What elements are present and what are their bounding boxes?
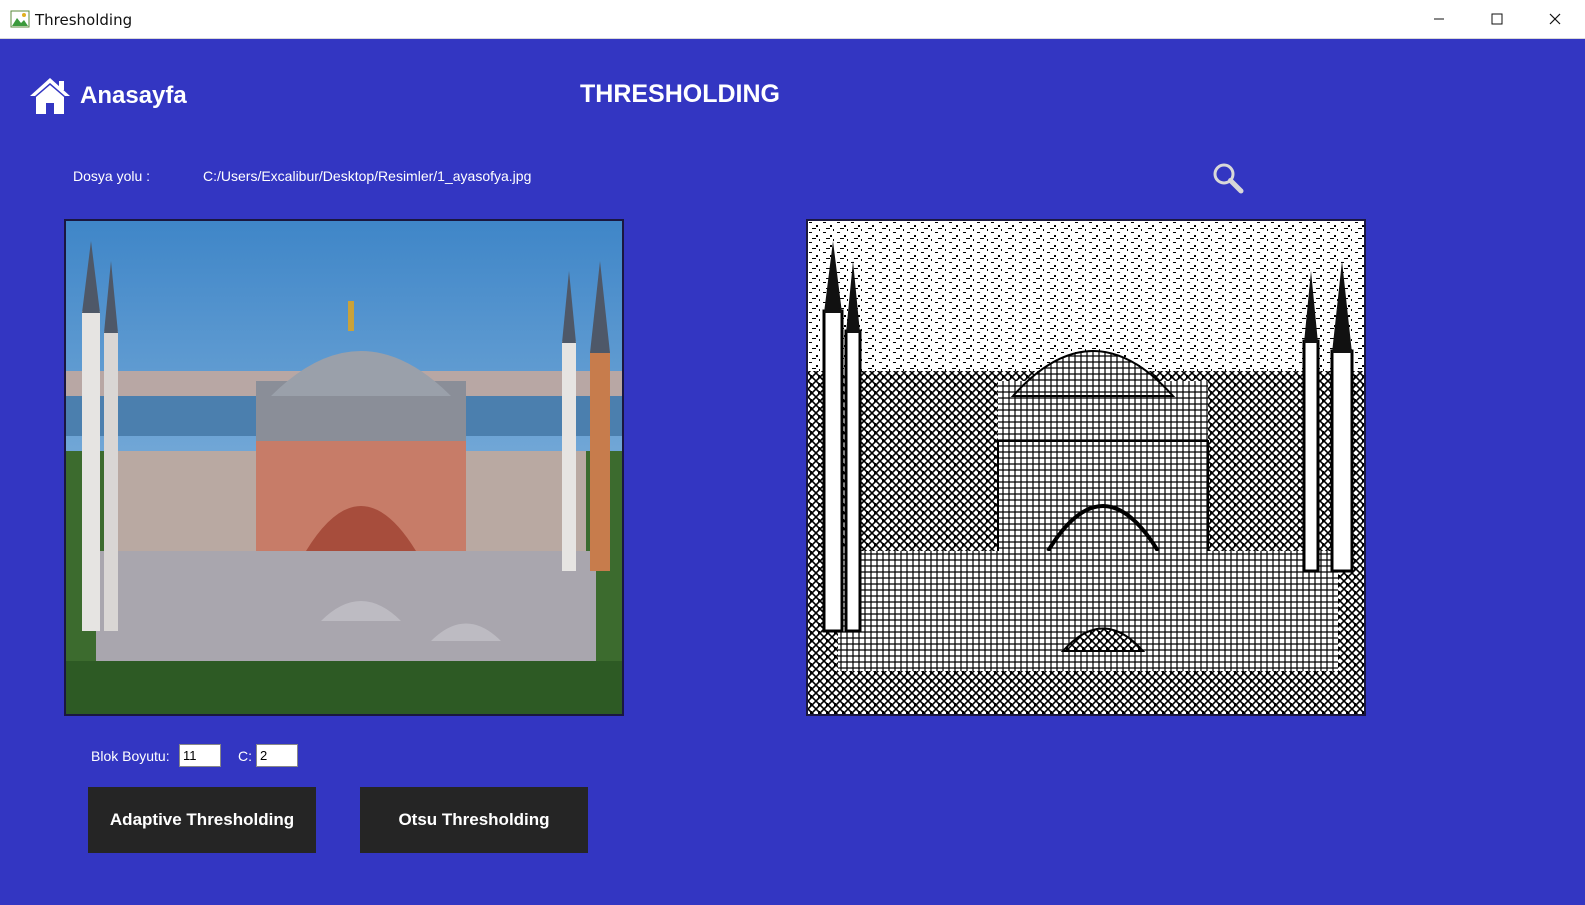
file-path-value: C:/Users/Excalibur/Desktop/Resimler/1_ay…	[203, 168, 532, 184]
minimize-button[interactable]	[1410, 0, 1468, 38]
adaptive-threshold-button[interactable]: Adaptive Thresholding	[88, 787, 316, 853]
home-link[interactable]: Anasayfa	[28, 76, 187, 116]
maximize-icon	[1491, 13, 1503, 25]
c-label: C:	[238, 748, 252, 764]
block-size-input[interactable]	[179, 744, 221, 767]
window-title: Thresholding	[35, 11, 133, 29]
otsu-threshold-button[interactable]: Otsu Thresholding	[360, 787, 588, 853]
file-path-label: Dosya yolu :	[73, 168, 151, 184]
block-size-label: Blok Boyutu:	[91, 748, 170, 764]
page-title: THRESHOLDING	[580, 80, 780, 108]
maximize-button[interactable]	[1468, 0, 1526, 38]
thresholded-image	[806, 219, 1366, 716]
close-icon	[1549, 13, 1561, 25]
browse-button[interactable]	[1210, 160, 1246, 196]
search-icon	[1213, 163, 1244, 194]
c-input[interactable]	[256, 744, 298, 767]
home-label: Anasayfa	[80, 82, 187, 109]
close-button[interactable]	[1526, 0, 1584, 38]
minimize-icon	[1434, 18, 1444, 20]
window-titlebar: Thresholding	[0, 0, 1585, 39]
original-image	[64, 219, 624, 716]
image-icon	[10, 10, 30, 28]
home-icon	[30, 78, 70, 114]
